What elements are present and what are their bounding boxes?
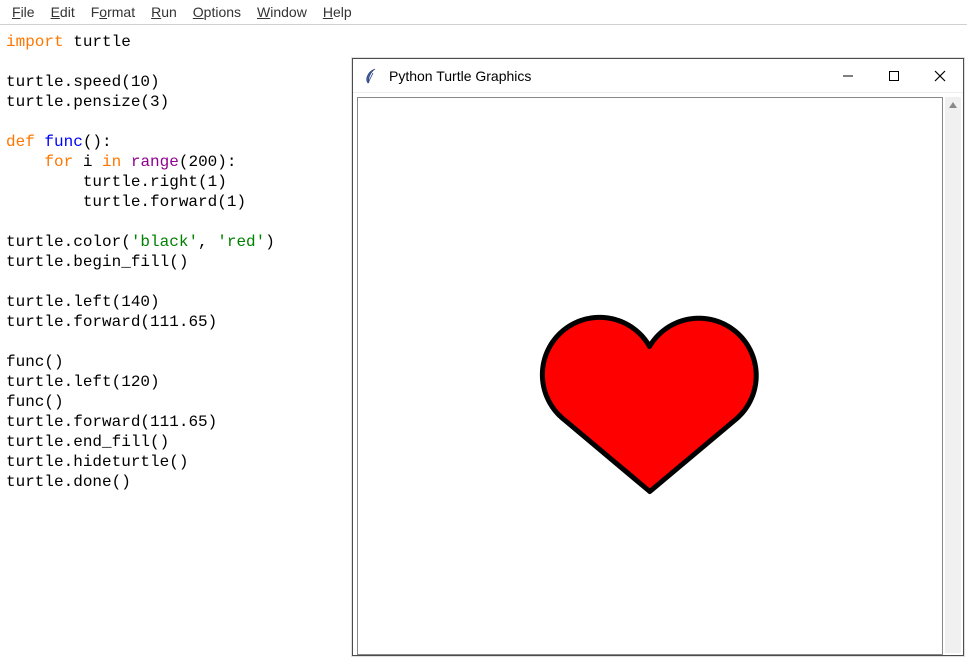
code-line: turtle.left(140) xyxy=(6,292,275,312)
close-button[interactable] xyxy=(917,59,963,92)
menu-format[interactable]: Format xyxy=(83,2,143,22)
code-line: turtle.forward(111.65) xyxy=(6,412,275,432)
code-line: import turtle xyxy=(6,32,275,52)
code-line: turtle.pensize(3) xyxy=(6,92,275,112)
menu-edit[interactable]: Edit xyxy=(43,2,83,22)
window-titlebar[interactable]: Python Turtle Graphics xyxy=(353,59,963,93)
code-line xyxy=(6,112,275,132)
menu-options[interactable]: Options xyxy=(185,2,249,22)
code-line: turtle.color('black', 'red') xyxy=(6,232,275,252)
menu-file[interactable]: File xyxy=(4,2,43,22)
window-title: Python Turtle Graphics xyxy=(389,68,531,84)
code-line: turtle.left(120) xyxy=(6,372,275,392)
code-line xyxy=(6,212,275,232)
turtle-graphics-window: Python Turtle Graphics xyxy=(352,58,964,656)
vertical-scrollbar[interactable] xyxy=(945,97,961,653)
code-line xyxy=(6,272,275,292)
scroll-up-arrow[interactable] xyxy=(945,97,961,113)
code-line: turtle.forward(1) xyxy=(6,192,275,212)
menu-run[interactable]: Run xyxy=(143,2,185,22)
code-editor[interactable]: import turtle turtle.speed(10)turtle.pen… xyxy=(6,32,275,492)
code-line: turtle.hideturtle() xyxy=(6,452,275,472)
maximize-button[interactable] xyxy=(871,59,917,92)
heart-shape xyxy=(438,120,858,500)
window-controls xyxy=(825,59,963,92)
code-line: turtle.forward(111.65) xyxy=(6,312,275,332)
code-line: def func(): xyxy=(6,132,275,152)
code-line: for i in range(200): xyxy=(6,152,275,172)
menu-window[interactable]: Window xyxy=(249,2,315,22)
code-line: turtle.end_fill() xyxy=(6,432,275,452)
turtle-canvas xyxy=(357,97,943,655)
menu-help[interactable]: Help xyxy=(315,2,360,22)
minimize-button[interactable] xyxy=(825,59,871,92)
code-line: turtle.right(1) xyxy=(6,172,275,192)
menu-bar: FileEditFormatRunOptionsWindowHelp xyxy=(0,0,967,25)
code-line: turtle.begin_fill() xyxy=(6,252,275,272)
code-line xyxy=(6,332,275,352)
feather-icon xyxy=(363,68,379,84)
code-line: func() xyxy=(6,352,275,372)
code-line: func() xyxy=(6,392,275,412)
code-line: turtle.speed(10) xyxy=(6,72,275,92)
code-line xyxy=(6,52,275,72)
code-line: turtle.done() xyxy=(6,472,275,492)
